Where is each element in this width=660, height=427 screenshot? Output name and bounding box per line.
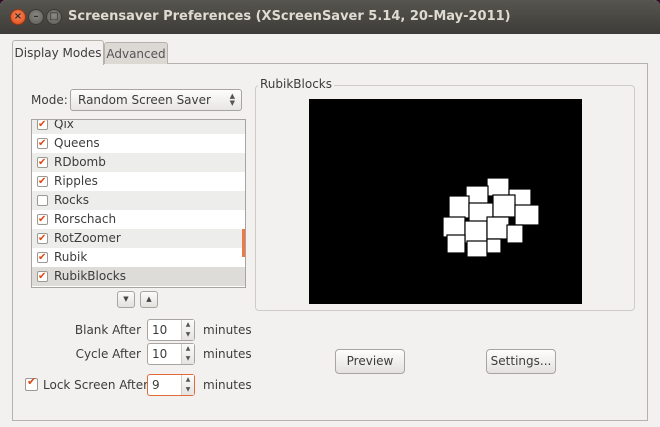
window-title: Screensaver Preferences (XScreenSaver 5.… — [68, 9, 511, 24]
saver-checkbox[interactable] — [37, 248, 48, 267]
minimize-icon: – — [33, 11, 39, 22]
saver-label: Qix — [54, 119, 74, 131]
list-item[interactable]: Ripples — [32, 172, 245, 191]
lock-units: minutes — [203, 378, 252, 392]
close-button[interactable]: × — [10, 9, 26, 25]
move-up-button[interactable]: ▲ — [140, 291, 158, 308]
tab-advanced[interactable]: Advanced — [104, 42, 168, 64]
preview-button[interactable]: Preview — [335, 349, 405, 374]
cycle-after-label: Cycle After — [75, 347, 141, 361]
close-icon: × — [13, 11, 23, 22]
cycle-units: minutes — [203, 347, 252, 361]
preview-title: RubikBlocks — [258, 77, 335, 91]
list-item[interactable]: Queens — [32, 134, 245, 153]
blank-units: minutes — [203, 323, 252, 337]
list-item-selected[interactable]: RubikBlocks — [32, 267, 245, 286]
saver-label: Queens — [54, 136, 100, 150]
saver-checkbox[interactable] — [37, 229, 48, 248]
up-arrow-icon: ▲ — [146, 295, 152, 303]
blank-after-spinner[interactable]: 10 ▲ ▼ — [147, 319, 195, 341]
saver-checkbox[interactable] — [37, 210, 48, 229]
list-scrollbar[interactable] — [242, 229, 245, 257]
spinner-arrows-icon[interactable]: ▲ ▼ — [181, 320, 194, 340]
rubik-blocks-graphic — [442, 177, 540, 258]
saver-label: Rubik — [54, 250, 88, 264]
list-item[interactable]: RotZoomer — [32, 229, 245, 248]
maximize-icon: □ — [49, 11, 59, 22]
screensaver-window: × – □ Screensaver Preferences (XScreenSa… — [0, 0, 660, 427]
list-item[interactable]: Rocks — [32, 191, 245, 210]
lock-after-spinner[interactable]: 9 ▲ ▼ — [147, 374, 195, 396]
list-item[interactable]: Rorschach — [32, 210, 245, 229]
minimize-button[interactable]: – — [28, 9, 44, 25]
saver-checkbox[interactable] — [37, 153, 48, 172]
saver-label: RDbomb — [54, 155, 106, 169]
tab-display-modes[interactable]: Display Modes — [12, 40, 104, 65]
spinner-arrows-icon[interactable]: ▲ ▼ — [181, 375, 194, 395]
saver-checkbox[interactable] — [37, 195, 48, 206]
saver-label: Rorschach — [54, 212, 117, 226]
settings-button[interactable]: Settings... — [486, 349, 556, 374]
screensaver-list[interactable]: Qix Queens RDbomb Ripples Rocks Rorschac… — [31, 119, 246, 288]
mode-select[interactable]: Random Screen Saver ▲ ▼ — [70, 89, 242, 111]
blank-after-label: Blank After — [74, 323, 141, 337]
spinner-arrows-icon[interactable]: ▲ ▼ — [181, 344, 194, 364]
updown-icon: ▲ ▼ — [229, 92, 235, 107]
saver-label: Ripples — [54, 174, 98, 188]
move-down-button[interactable]: ▼ — [117, 291, 135, 308]
preview-area — [309, 99, 582, 304]
list-item[interactable]: Rubik — [32, 248, 245, 267]
title-bar: × – □ Screensaver Preferences (XScreenSa… — [0, 0, 660, 34]
list-item[interactable]: Qix — [32, 119, 245, 134]
saver-checkbox[interactable] — [37, 267, 48, 286]
mode-label: Mode: — [31, 93, 68, 107]
saver-label: RubikBlocks — [54, 269, 127, 283]
saver-label: Rocks — [54, 193, 89, 207]
lock-after-value: 9 — [152, 378, 160, 392]
saver-checkbox[interactable] — [37, 134, 48, 153]
down-arrow-icon: ▼ — [123, 295, 129, 303]
lock-screen-checkbox[interactable] — [25, 375, 38, 391]
lock-screen-label: Lock Screen After — [43, 378, 149, 392]
blank-after-value: 10 — [152, 323, 168, 337]
saver-label: RotZoomer — [54, 231, 121, 245]
cycle-after-spinner[interactable]: 10 ▲ ▼ — [147, 343, 195, 365]
maximize-button[interactable]: □ — [46, 9, 62, 25]
saver-checkbox[interactable] — [37, 172, 48, 191]
saver-checkbox[interactable] — [37, 120, 48, 134]
cycle-after-value: 10 — [152, 347, 168, 361]
list-item[interactable]: RDbomb — [32, 153, 245, 172]
mode-value: Random Screen Saver — [78, 93, 211, 107]
